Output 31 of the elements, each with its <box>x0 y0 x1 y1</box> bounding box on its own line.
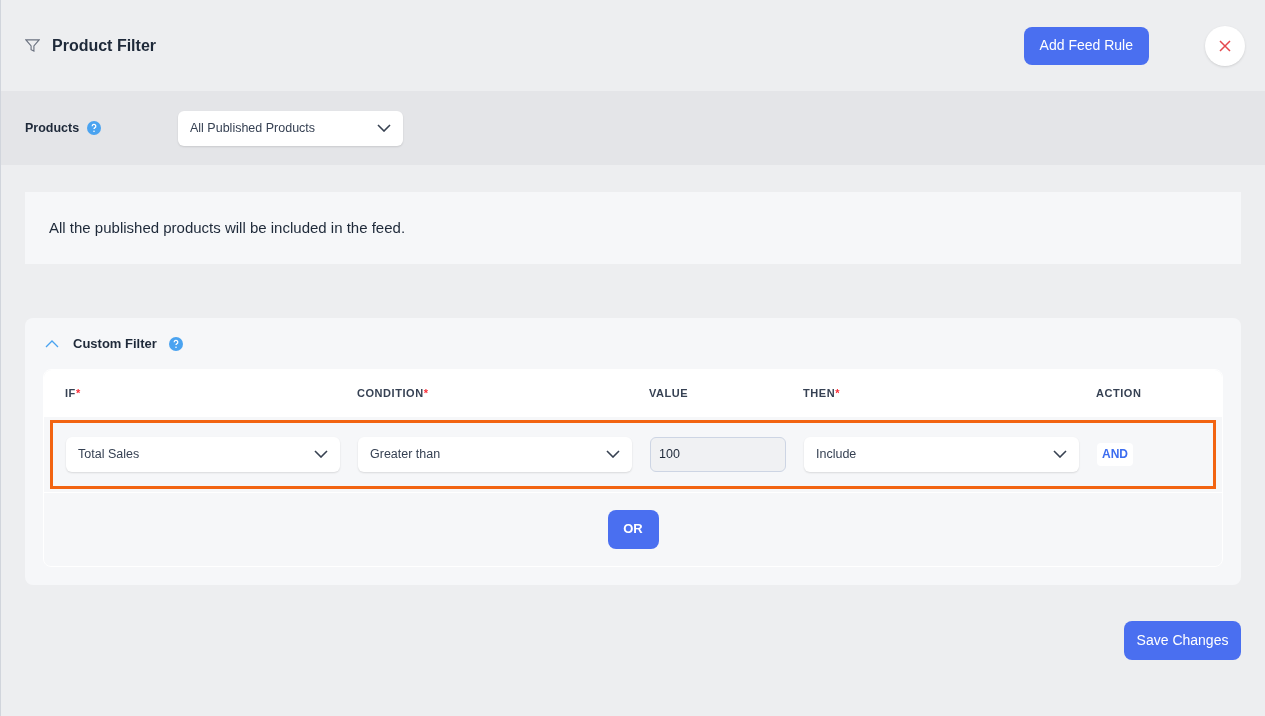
dropdown[interactable]: All Published Products <box>178 110 403 146</box>
notice-text: All the published products will be included in the feed. <box>49 217 406 238</box>
help-icon <box>168 336 183 351</box>
chevron-down-icon <box>606 450 620 458</box>
required-mark: * <box>75 385 81 401</box>
column-header: THEN <box>803 385 836 401</box>
page-title: Product Filter <box>52 35 156 56</box>
chevron-down-icon <box>1053 450 1067 458</box>
column-header: ACTION <box>1096 385 1142 401</box>
help-icon <box>87 121 102 135</box>
close-icon <box>1219 39 1231 52</box>
column-header: VALUE <box>649 385 689 401</box>
collapse-toggle[interactable] <box>45 338 61 349</box>
filter-icon <box>25 38 40 53</box>
add-feed-rule-button[interactable]: Add Feed Rule <box>1023 26 1149 65</box>
chevron-down-icon <box>377 124 391 132</box>
dropdown[interactable]: Total Sales <box>66 436 340 472</box>
chevron-down-icon <box>314 450 328 458</box>
products-label: Products <box>25 119 80 137</box>
section-title: Custom Filter <box>73 335 157 353</box>
required-mark: * <box>423 385 428 401</box>
or-button[interactable]: OR <box>607 509 659 549</box>
required-mark: * <box>835 385 840 401</box>
save-changes-button[interactable]: Save Changes <box>1124 620 1241 660</box>
column-header: CONDITION <box>357 385 424 401</box>
column-header: IF <box>65 385 76 401</box>
close-button[interactable] <box>1205 25 1245 66</box>
dropdown[interactable]: Include <box>804 436 1079 472</box>
dropdown[interactable]: Greater than <box>358 436 632 472</box>
value-field[interactable]: 100 <box>650 436 786 472</box>
and-button[interactable]: AND <box>1097 442 1133 466</box>
